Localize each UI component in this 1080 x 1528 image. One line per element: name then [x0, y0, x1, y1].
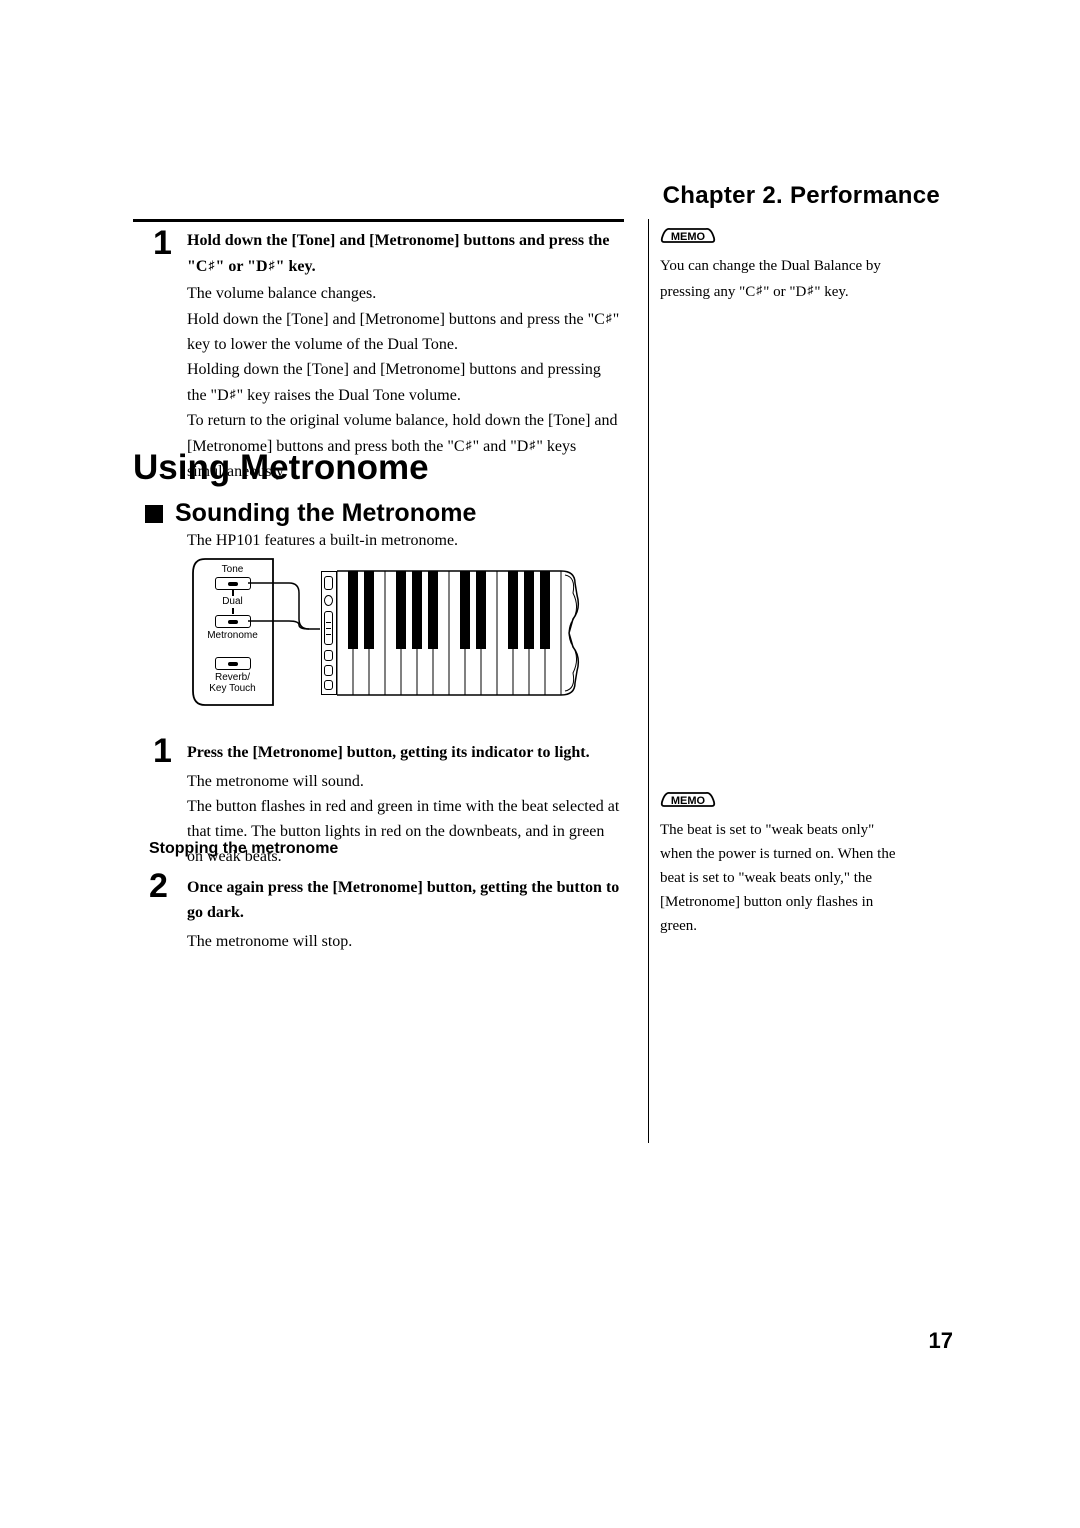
sharp-icon: ♯ — [465, 438, 473, 452]
step-1-p2: Hold down the [Tone] and [Metronome] but… — [187, 306, 623, 357]
panel-keyboard-diagram: Tone Dual Metronome Reverb/ Key Touch — [186, 557, 587, 713]
subheading-sounding-metronome: Sounding the Metronome — [175, 499, 476, 528]
step-number-2: 2 — [149, 867, 168, 906]
svg-text:MEMO: MEMO — [671, 795, 706, 807]
keyboard-icon — [319, 569, 587, 704]
subheading-row: Sounding the Metronome — [145, 499, 476, 528]
step-1-instruction: Hold down the [Tone] and [Metronome] but… — [187, 232, 609, 275]
metronome-step-2-p1: The metronome will stop. — [187, 929, 623, 954]
section-rule — [133, 219, 624, 222]
memo-icon: MEMO — [660, 226, 716, 246]
heading-using-metronome: Using Metronome — [133, 448, 429, 488]
svg-text:MEMO: MEMO — [671, 231, 706, 243]
sharp-icon: ♯ — [605, 311, 613, 325]
memo-icon: MEMO — [660, 790, 716, 810]
subhead-stopping: Stopping the metronome — [149, 840, 338, 858]
memo-2: MEMO The beat is set to "weak beats only… — [660, 790, 910, 938]
sharp-icon: ♯ — [229, 387, 237, 401]
intro-text: The HP101 features a built-in metronome. — [187, 528, 623, 553]
step-number-1b: 1 — [153, 732, 172, 771]
step-1-p1: The volume balance changes. — [187, 281, 623, 306]
keyboard — [319, 569, 583, 700]
page-number: 17 — [929, 1328, 953, 1354]
connector-lines-icon — [186, 557, 326, 717]
page: Chapter 2. Performance 1 Hold down the [… — [0, 0, 1080, 1528]
step-1-body: Hold down the [Tone] and [Metronome] but… — [187, 228, 623, 484]
metronome-step-2: Once again press the [Metronome] button,… — [187, 875, 623, 954]
metronome-step-1-bold: Press the [Metronome] button, getting it… — [187, 744, 590, 761]
sharp-icon: ♯ — [268, 258, 276, 272]
metronome-step-2-bold: Once again press the [Metronome] button,… — [187, 879, 619, 921]
step-1-p3: Holding down the [Tone] and [Metronome] … — [187, 357, 623, 408]
memo-1: MEMO You can change the Dual Balance by … — [660, 226, 910, 304]
metronome-step-1-p1: The metronome will sound. — [187, 769, 623, 794]
memo-2-text: The beat is set to "weak beats only" whe… — [660, 818, 910, 938]
bullet-square-icon — [145, 505, 163, 523]
column-divider — [648, 219, 649, 1143]
memo-1-text: You can change the Dual Balance by press… — [660, 254, 910, 304]
chapter-header: Chapter 2. Performance — [663, 182, 940, 210]
step-number-1: 1 — [153, 224, 172, 263]
